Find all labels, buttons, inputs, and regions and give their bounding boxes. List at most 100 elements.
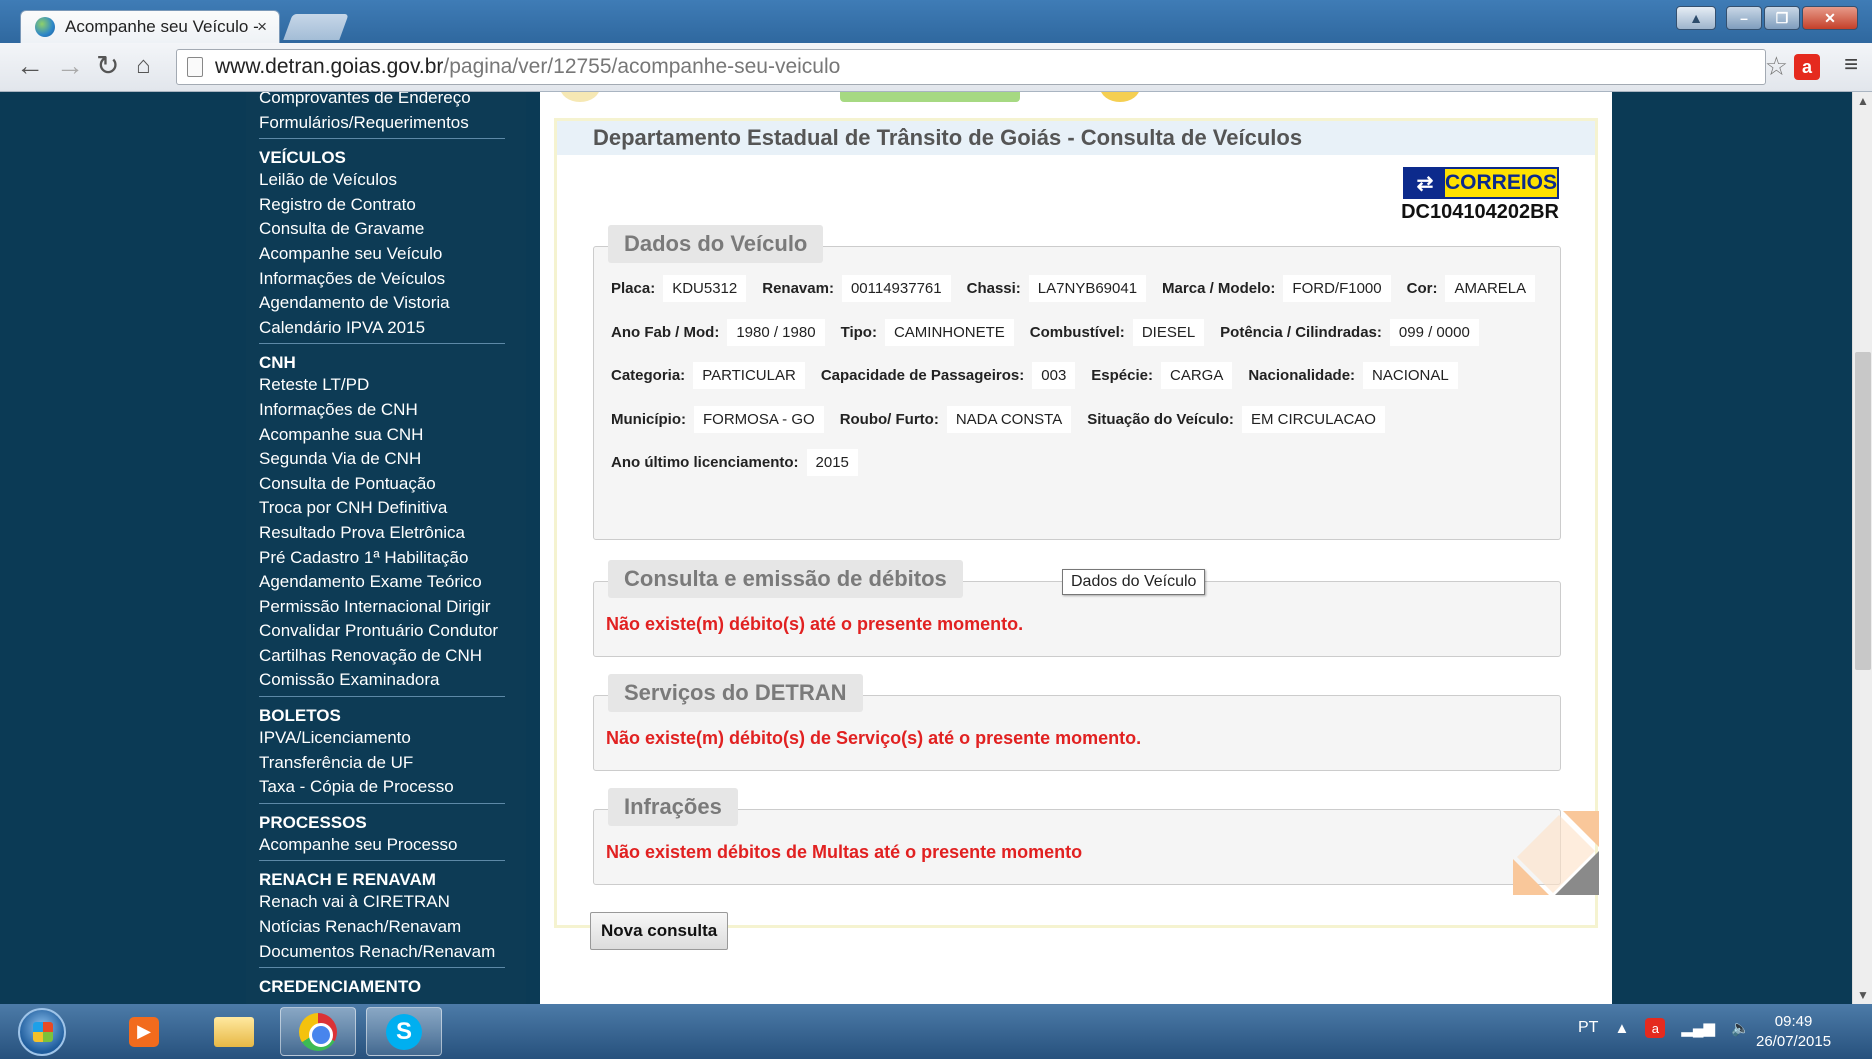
browser-tab[interactable]: Acompanhe seu Veículo - × <box>20 10 280 43</box>
field-value: EM CIRCULACAO <box>1241 406 1385 433</box>
sidebar-item[interactable]: Resultado Prova Eletrônica <box>259 521 529 546</box>
network-icon[interactable]: ▂▄▆ <box>1681 1019 1715 1037</box>
reload-icon[interactable]: ↻ <box>96 51 119 81</box>
sidebar-item[interactable]: Formulários/Requerimentos <box>259 111 529 136</box>
field-label: Placa: <box>611 280 656 297</box>
sidebar-item[interactable]: Agendamento Exame Teórico <box>259 570 529 595</box>
field-label: Renavam: <box>762 280 834 297</box>
field-value: DIESEL <box>1132 319 1205 346</box>
sidebar-item[interactable]: Agendamento de Vistoria <box>259 291 529 316</box>
minimize-button[interactable]: – <box>1726 6 1762 30</box>
sidebar-item[interactable]: Leilão de Veículos <box>259 168 529 193</box>
sidebar-item[interactable]: Informações de Veículos <box>259 267 529 292</box>
extension-icon[interactable]: a <box>1794 54 1820 80</box>
scroll-thumb[interactable] <box>1855 352 1871 670</box>
field-label: Espécie: <box>1091 367 1153 384</box>
language-indicator[interactable]: PT <box>1578 1019 1598 1037</box>
scroll-up-icon[interactable]: ▲ <box>1857 94 1869 108</box>
tab-close-button[interactable]: × <box>257 17 267 37</box>
field-label: Marca / Modelo: <box>1162 280 1276 297</box>
field-value: 2015 <box>806 449 858 476</box>
taskbar-media-player[interactable]: ▶ <box>106 1007 182 1056</box>
page-scrollbar[interactable]: ▲ ▼ <box>1852 92 1872 1004</box>
field-value: NACIONAL <box>1363 362 1458 389</box>
field-label: Capacidade de Passageiros: <box>820 367 1025 384</box>
vehicle-data-row: Ano Fab / Mod: 1980 / 1980 Tipo: CAMINHONET… <box>611 319 1495 346</box>
sidebar-item[interactable]: Pré Cadastro 1ª Habilitação <box>259 546 529 571</box>
maximize-button[interactable]: ❐ <box>1764 6 1800 30</box>
folder-icon <box>214 1016 254 1047</box>
field-value: PARTICULAR <box>693 362 805 389</box>
menu-icon[interactable]: ≡ <box>1844 51 1858 79</box>
sidebar-item[interactable]: Consulta de Gravame <box>259 217 529 242</box>
sidebar-item[interactable]: Troca por CNH Definitiva <box>259 496 529 521</box>
back-arrow-icon[interactable]: ← <box>16 51 44 81</box>
taskbar-chrome[interactable] <box>280 1007 356 1056</box>
field-value: KDU5312 <box>663 275 747 302</box>
services-message: Não existe(m) débito(s) de Serviço(s) at… <box>606 728 1142 748</box>
correios-logo: ⇄ CORREIOS <box>1403 167 1559 199</box>
field-label: Município: <box>611 411 686 428</box>
panel-header: Departamento Estadual de Trânsito de Goi… <box>557 121 1595 155</box>
user-icon[interactable]: ▲ <box>1676 6 1716 30</box>
new-query-button[interactable]: Nova consulta <box>590 912 729 950</box>
sidebar-group-title: CNH <box>259 353 296 373</box>
sidebar-item[interactable]: IPVA/Licenciamento <box>259 726 529 751</box>
sidebar-item[interactable]: Reteste LT/PD <box>259 373 529 398</box>
sidebar-item[interactable]: Renach vai à CIRETRAN <box>259 890 529 915</box>
main-content: Departamento Estadual de Trânsito de Goi… <box>540 92 1612 1004</box>
forward-arrow-icon[interactable]: → <box>56 51 84 81</box>
media-player-icon: ▶ <box>129 1016 159 1047</box>
sidebar-item[interactable]: Acompanhe seu Processo <box>259 833 529 858</box>
field-label: Cor: <box>1406 280 1438 297</box>
start-button[interactable] <box>18 1008 66 1056</box>
close-window-button[interactable]: ✕ <box>1802 6 1858 30</box>
bookmark-star-icon[interactable]: ☆ <box>1765 51 1788 82</box>
sidebar-item[interactable]: Transferência de UF <box>259 751 529 776</box>
sidebar-item[interactable]: Cartilhas Renovação de CNH <box>259 644 529 669</box>
url-host: www.detran.goias.gov.br <box>215 55 444 78</box>
skype-icon: S <box>386 1013 422 1050</box>
divider <box>259 967 505 969</box>
page-title: Departamento Estadual de Trânsito de Goi… <box>593 125 1303 150</box>
system-tray: PT ▲ a ▂▄▆ 🔈 <box>1578 1018 1750 1038</box>
clock-time: 09:49 <box>1774 1013 1813 1030</box>
field-label: Potência / Cilindradas: <box>1220 324 1382 341</box>
extension-tray-icon[interactable]: a <box>1645 1018 1666 1038</box>
home-icon[interactable]: ⌂ <box>136 51 151 81</box>
sidebar-item[interactable]: Informações de CNH <box>259 398 529 423</box>
sidebar-item[interactable]: Comissão Examinadora <box>259 668 529 693</box>
sidebar-menu: Comprovantes de Endereço Formulários/Req… <box>259 92 529 997</box>
new-tab-button[interactable] <box>283 14 349 40</box>
sidebar-item[interactable]: Permissão Internacional Dirigir <box>259 595 529 620</box>
field-value: 099 / 0000 <box>1389 319 1479 346</box>
windows-taskbar: ▶ S PT ▲ a ▂▄▆ 🔈 09:49 26/07/2015 <box>0 1004 1872 1059</box>
show-hidden-icons[interactable]: ▲ <box>1614 1020 1629 1037</box>
vehicle-data-section: Dados do Veículo Placa: KDU5312 Renavam: 00… <box>593 225 1561 540</box>
sidebar-group-title: BOLETOS <box>259 706 341 726</box>
sidebar-item[interactable]: Convalidar Prontuário Condutor <box>259 619 529 644</box>
sidebar-item[interactable]: Notícias Renach/Renavam <box>259 915 529 940</box>
sidebar-item[interactable]: Segunda Via de CNH <box>259 447 529 472</box>
address-bar[interactable]: www.detran.goias.gov.br/pagina/ver/12755… <box>176 49 1766 85</box>
sidebar-item[interactable]: Acompanhe seu Veículo <box>259 242 529 267</box>
clock[interactable]: 09:49 26/07/2015 <box>1756 1012 1831 1052</box>
sidebar-item[interactable]: Calendário IPVA 2015 <box>259 316 529 341</box>
taskbar-explorer[interactable] <box>196 1007 272 1056</box>
sidebar-item[interactable]: Documentos Renach/Renavam <box>259 940 529 965</box>
scroll-down-icon[interactable]: ▼ <box>1857 988 1869 1002</box>
debts-message: Não existe(m) débito(s) até o presente m… <box>606 614 1024 634</box>
taskbar-skype[interactable]: S <box>366 1007 442 1056</box>
field-value: AMARELA <box>1445 275 1536 302</box>
sidebar-item[interactable]: Registro de Contrato <box>259 193 529 218</box>
correios-logo-text: CORREIOS <box>1444 169 1557 197</box>
sidebar-item[interactable]: Taxa - Cópia de Processo <box>259 775 529 800</box>
divider <box>259 696 505 698</box>
divider <box>259 138 505 140</box>
field-label: Situação do Veículo: <box>1087 411 1234 428</box>
sidebar-item[interactable]: Comprovantes de Endereço <box>259 92 529 111</box>
volume-icon[interactable]: 🔈 <box>1731 1019 1750 1037</box>
field-value: LA7NYB69041 <box>1028 275 1147 302</box>
sidebar-item[interactable]: Consulta de Pontuação <box>259 472 529 497</box>
sidebar-item[interactable]: Acompanhe sua CNH <box>259 423 529 448</box>
